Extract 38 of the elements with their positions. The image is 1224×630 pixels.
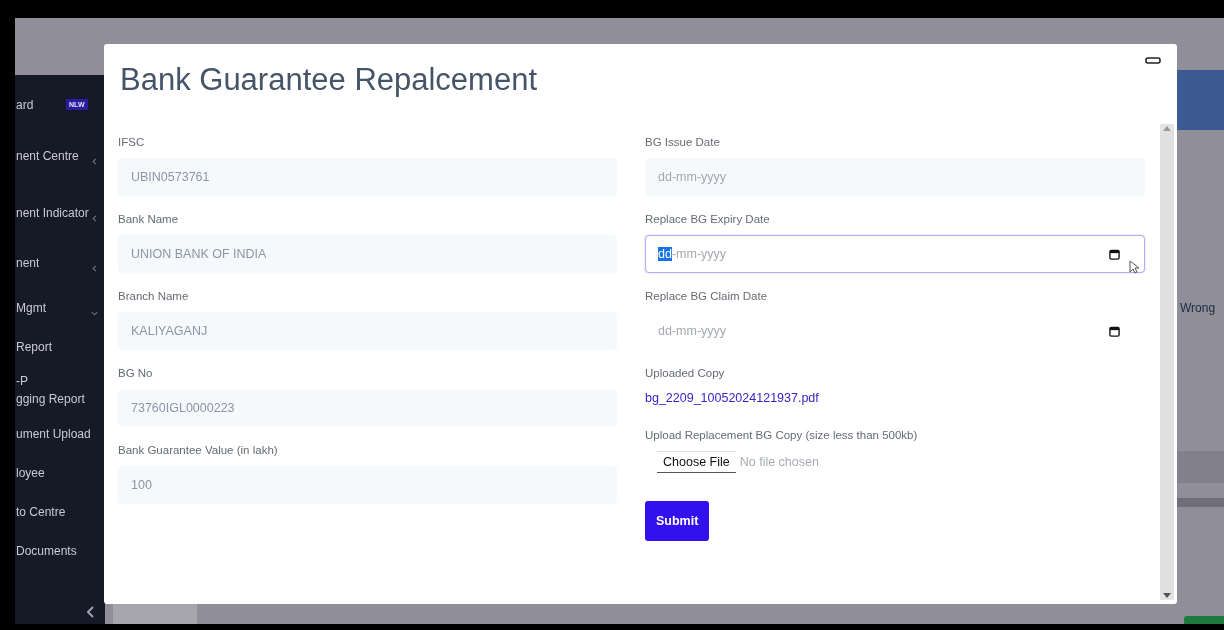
sidebar-item[interactable]: ument Upload xyxy=(15,414,105,453)
banner-bar xyxy=(1177,70,1224,130)
sidebar-item[interactable]: -P gging Report xyxy=(15,366,105,414)
scrollbar[interactable] xyxy=(1160,124,1174,600)
field-label: Bank Name xyxy=(118,213,180,227)
page-text: Wrong xyxy=(1180,301,1216,315)
submit-button[interactable]: Submit xyxy=(645,501,710,541)
calendar-icon[interactable] xyxy=(1109,248,1120,260)
sidebar-item[interactable]: Documents xyxy=(15,531,105,570)
panel-bar xyxy=(1177,451,1224,483)
chevron-left-icon[interactable] xyxy=(87,606,95,618)
field-label: Replace BG Claim Date xyxy=(645,290,769,304)
sidebar-item[interactable]: nent Indicator xyxy=(15,188,105,238)
field-label: Branch Name xyxy=(118,290,190,304)
sidebar-item[interactable]: nent Centre xyxy=(15,124,105,188)
file-link[interactable]: bg_2209_10052024121937.pdf xyxy=(645,391,819,405)
field-label: BG Issue Date xyxy=(645,136,721,150)
text-selection: dd xyxy=(658,247,672,261)
sidebar-item[interactable]: loyee xyxy=(15,453,105,492)
sidebar-item[interactable]: nent xyxy=(15,238,105,288)
calendar-icon[interactable] xyxy=(1109,325,1120,337)
sidebar-item[interactable]: Mgmt xyxy=(15,288,105,327)
sidebar-item[interactable]: Report xyxy=(15,327,105,366)
field-label: Uploaded Copy xyxy=(645,367,726,381)
field-label: BG No xyxy=(118,367,154,381)
date-field[interactable]: dd-mm-yyyy xyxy=(645,235,1145,273)
file-status: No file chosen xyxy=(739,455,819,469)
minimize-icon[interactable] xyxy=(1145,57,1161,64)
scroll-down-icon[interactable] xyxy=(1163,593,1171,598)
modal-title: Bank Guarantee Repalcement xyxy=(120,62,538,98)
field-label: Replace BG Expiry Date xyxy=(645,213,771,227)
panel-bar xyxy=(1177,498,1224,507)
choose-file-button[interactable]: Choose File xyxy=(657,451,736,473)
field-label: Bank Guarantee Value (in lakh) xyxy=(118,444,279,458)
field-label: IFSC xyxy=(118,136,146,150)
field-label: Upload Replacement BG Copy (size less than 500kb) xyxy=(645,429,919,443)
mouse-pointer-icon xyxy=(1129,260,1139,274)
sidebar-item[interactable]: to Centre xyxy=(15,492,105,531)
